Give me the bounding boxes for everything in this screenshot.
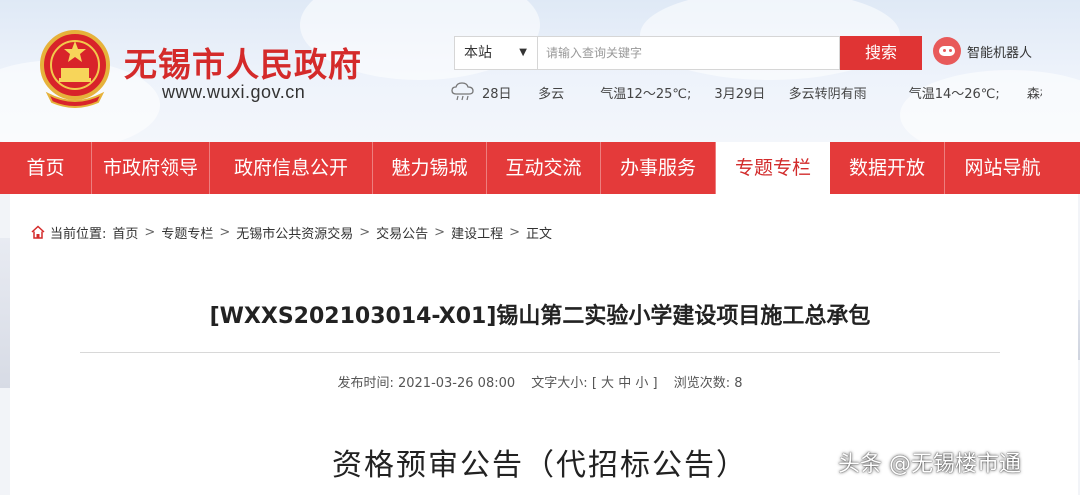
nav-item-leaders[interactable]: 市政府领导 bbox=[92, 142, 210, 194]
robot-label: 智能机器人 bbox=[967, 45, 1033, 61]
breadcrumb-separator: > bbox=[434, 224, 446, 240]
breadcrumb-item-announcements[interactable]: 交易公告 bbox=[376, 223, 428, 242]
publish-label: 发布时间: bbox=[337, 376, 394, 391]
robot-icon bbox=[933, 37, 961, 65]
dropdown-caret-icon: ▼ bbox=[519, 47, 527, 58]
search-scope-select[interactable]: 本站 ▼ bbox=[454, 36, 538, 70]
breadcrumb-item-special-topics[interactable]: 专题专栏 bbox=[161, 223, 213, 242]
search-bar: 本站 ▼ 搜索 bbox=[454, 36, 922, 70]
weather-item: 28日 bbox=[482, 87, 512, 102]
breadcrumb-item-home[interactable]: 首页 bbox=[112, 223, 138, 242]
site-url[interactable]: www.wuxi.gov.cn bbox=[162, 82, 305, 103]
weather-ticker: 28日 多云 气温12～25℃; 3月29日 多云转阴有雨 气温14～26℃; … bbox=[450, 82, 1042, 102]
breadcrumb-separator: > bbox=[359, 224, 371, 240]
weather-item: 多云转阴有雨 bbox=[788, 87, 867, 102]
breadcrumb-separator: > bbox=[509, 224, 520, 240]
smart-robot-link[interactable]: 智能机器人 bbox=[933, 36, 1032, 66]
breadcrumb-separator: > bbox=[219, 224, 231, 240]
site-header: 无锡市人民政府 www.wuxi.gov.cn 本站 ▼ 搜索 智能机器人 28… bbox=[0, 0, 1080, 142]
search-button[interactable]: 搜索 bbox=[840, 36, 922, 70]
weather-text: 28日 多云 气温12～25℃; 3月29日 多云转阴有雨 气温14～26℃; … bbox=[482, 83, 1042, 102]
nav-item-home[interactable]: 首页 bbox=[0, 142, 92, 194]
nav-item-open-data[interactable]: 数据开放 bbox=[830, 142, 945, 194]
weather-item: 多云 bbox=[538, 87, 565, 102]
nav-item-site-nav[interactable]: 网站导航 bbox=[945, 142, 1060, 194]
nav-item-gov-info[interactable]: 政府信息公开 bbox=[210, 142, 373, 194]
decor-cloud bbox=[900, 70, 1080, 142]
fontsize-large-button[interactable]: 大 bbox=[601, 376, 614, 391]
article-title: [WXXS202103014-X01]锡山第二实验小学建设项目施工总承包 bbox=[209, 304, 871, 329]
weather-item: 气温14～26℃; bbox=[908, 87, 1000, 102]
search-input[interactable] bbox=[538, 36, 840, 70]
breadcrumb-separator: > bbox=[144, 224, 156, 240]
fontsize-label: 文字大小: bbox=[531, 376, 588, 391]
breadcrumb-item-public-resource[interactable]: 无锡市公共资源交易 bbox=[236, 223, 353, 242]
views-label: 浏览次数: bbox=[673, 376, 731, 391]
main-nav: 首页 市政府领导 政府信息公开 魅力锡城 互动交流 办事服务 专题专栏 数据开放… bbox=[0, 142, 1080, 194]
views-count: 8 bbox=[734, 376, 743, 391]
national-emblem-icon bbox=[40, 30, 110, 108]
nav-item-city-charm[interactable]: 魅力锡城 bbox=[373, 142, 487, 194]
article-meta: 发布时间: 2021-03-26 08:00 文字大小: [ 大 中 小 ] 浏… bbox=[0, 372, 1080, 391]
fontsize-bracket: ] bbox=[652, 376, 658, 391]
breadcrumb-item-current: 正文 bbox=[526, 226, 553, 242]
fontsize-small-button[interactable]: 小 bbox=[635, 376, 648, 391]
fontsize-bracket: [ bbox=[591, 376, 597, 391]
nav-item-special-topics[interactable]: 专题专栏 bbox=[716, 142, 830, 194]
weather-item: 森林火 bbox=[1026, 87, 1042, 102]
title-divider bbox=[80, 352, 1000, 353]
site-name[interactable]: 无锡市人民政府 bbox=[124, 38, 362, 86]
nav-item-services[interactable]: 办事服务 bbox=[601, 142, 716, 194]
home-icon bbox=[31, 225, 45, 239]
weather-item: 3月29日 bbox=[714, 87, 766, 102]
cloud-rain-icon bbox=[451, 82, 474, 101]
breadcrumb-prefix: 当前位置: bbox=[50, 226, 107, 242]
fontsize-medium-button[interactable]: 中 bbox=[618, 376, 631, 391]
weather-item: 气温12～25℃; bbox=[600, 87, 692, 102]
nav-item-interaction[interactable]: 互动交流 bbox=[487, 142, 601, 194]
search-scope-value: 本站 bbox=[464, 45, 492, 61]
breadcrumb-item-construction[interactable]: 建设工程 bbox=[451, 223, 503, 242]
watermark: 头条 @无锡楼市通 bbox=[838, 452, 1021, 477]
publish-date: 2021-03-26 08:00 bbox=[397, 376, 516, 391]
breadcrumb: 当前位置: 首页 > 专题专栏 > 无锡市公共资源交易 > 交易公告 > 建设工… bbox=[30, 222, 552, 242]
